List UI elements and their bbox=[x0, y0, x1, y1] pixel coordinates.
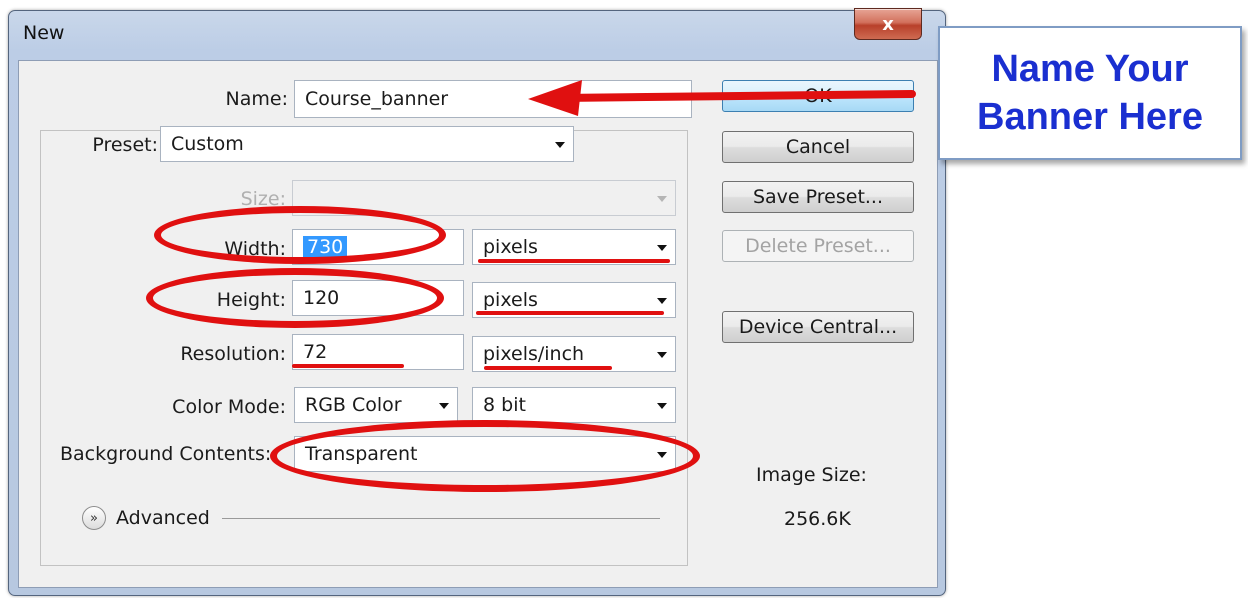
background-contents-label: Background Contents: bbox=[60, 443, 272, 465]
width-unit-value: pixels bbox=[483, 236, 538, 258]
color-mode-value: RGB Color bbox=[305, 394, 402, 416]
chevron-down-icon bbox=[657, 196, 667, 202]
color-mode-label: Color Mode: bbox=[172, 396, 286, 418]
chevron-down-icon bbox=[657, 245, 667, 251]
bit-depth-select[interactable]: 8 bit bbox=[472, 387, 676, 423]
close-icon: x bbox=[882, 13, 894, 35]
name-value: Course_banner bbox=[305, 88, 449, 110]
cancel-button[interactable]: Cancel bbox=[722, 131, 914, 163]
delete-preset-button: Delete Preset... bbox=[722, 230, 914, 262]
preset-value: Custom bbox=[171, 133, 244, 155]
image-size-value: 256.6K bbox=[784, 508, 851, 530]
chevron-down-icon bbox=[439, 403, 449, 409]
annotation-callout: Name Your Banner Here bbox=[938, 26, 1242, 160]
bit-depth-value: 8 bit bbox=[483, 394, 526, 416]
dialog-title: New bbox=[23, 22, 65, 44]
advanced-divider bbox=[222, 518, 660, 519]
chevron-down-icon bbox=[657, 403, 667, 409]
advanced-toggle[interactable]: » Advanced bbox=[82, 506, 210, 530]
chevron-down-icon bbox=[555, 142, 565, 148]
width-unit-underline bbox=[478, 259, 670, 263]
background-highlight-ellipse bbox=[270, 420, 700, 492]
close-button[interactable]: x bbox=[854, 8, 922, 40]
resolution-unit-value: pixels/inch bbox=[483, 343, 585, 365]
resolution-label: Resolution: bbox=[180, 343, 286, 365]
resolution-unit-underline bbox=[484, 366, 612, 370]
resolution-value: 72 bbox=[303, 341, 328, 363]
name-label: Name: bbox=[225, 88, 288, 110]
annotation-arrow bbox=[528, 80, 916, 116]
chevron-down-icon bbox=[657, 352, 667, 358]
device-central-button[interactable]: Device Central... bbox=[722, 311, 914, 343]
preset-select[interactable]: Custom bbox=[160, 126, 574, 162]
image-size-label: Image Size: bbox=[756, 464, 867, 486]
height-highlight-ellipse bbox=[146, 268, 444, 328]
double-chevron-down-icon: » bbox=[82, 506, 106, 530]
save-preset-button[interactable]: Save Preset... bbox=[722, 181, 914, 213]
advanced-label: Advanced bbox=[116, 507, 210, 529]
chevron-down-icon bbox=[657, 298, 667, 304]
preset-label: Preset: bbox=[64, 134, 162, 156]
color-mode-select[interactable]: RGB Color bbox=[294, 387, 458, 423]
resolution-underline bbox=[292, 364, 404, 368]
callout-line-2: Banner Here bbox=[977, 96, 1203, 138]
callout-line-1: Name Your bbox=[991, 48, 1189, 90]
height-unit-value: pixels bbox=[483, 289, 538, 311]
width-highlight-ellipse bbox=[154, 206, 446, 264]
height-unit-underline bbox=[476, 311, 664, 315]
